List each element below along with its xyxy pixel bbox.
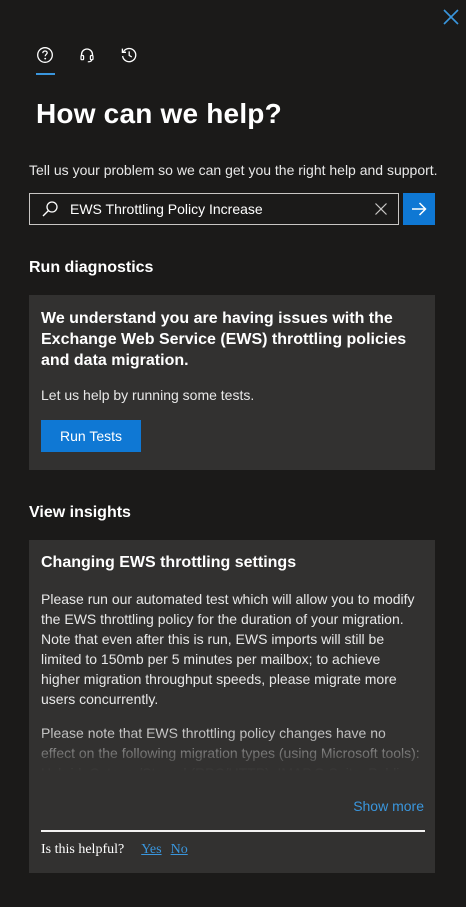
clear-search-button[interactable] xyxy=(364,194,398,224)
insights-card: Changing EWS throttling settings Please … xyxy=(29,540,435,873)
insights-paragraph: Please note that EWS throttling policy c… xyxy=(41,725,420,771)
feedback-question: Is this helpful? xyxy=(41,842,125,857)
page-subtitle: Tell us your problem so we can get you t… xyxy=(29,162,438,178)
tab-help[interactable] xyxy=(30,44,72,78)
help-circle-icon xyxy=(37,47,53,63)
insights-card-heading: Changing EWS throttling settings xyxy=(41,554,297,571)
close-icon xyxy=(443,9,459,25)
tab-history[interactable] xyxy=(114,44,156,78)
headset-icon xyxy=(80,48,94,63)
view-insights-heading: View insights xyxy=(29,504,131,521)
diagnostics-card: We understand you are having issues with… xyxy=(29,295,435,470)
run-diagnostics-heading: Run diagnostics xyxy=(29,259,154,276)
diagnostics-card-text: Let us help by running some tests. xyxy=(41,387,255,403)
insights-card-body: Please run our automated test which will… xyxy=(41,589,423,771)
help-tabs xyxy=(30,44,156,78)
insights-paragraph: Please run our automated test which will… xyxy=(41,591,415,707)
search-box xyxy=(29,193,399,225)
feedback-no-link[interactable]: No xyxy=(171,842,188,858)
history-icon xyxy=(121,47,137,63)
page-title: How can we help? xyxy=(36,98,282,129)
search-input[interactable] xyxy=(70,195,364,223)
feedback-row: Is this helpful? Yes No xyxy=(41,842,188,858)
divider xyxy=(41,830,425,832)
close-button[interactable] xyxy=(440,6,462,28)
clear-icon xyxy=(375,203,387,215)
feedback-yes-link[interactable]: Yes xyxy=(141,842,161,858)
run-tests-button[interactable]: Run Tests xyxy=(41,420,141,452)
diagnostics-card-heading: We understand you are having issues with… xyxy=(41,310,407,369)
search-icon xyxy=(30,194,70,224)
show-more-link[interactable]: Show more xyxy=(353,798,424,814)
search-submit-button[interactable] xyxy=(403,193,435,225)
tab-contact-support[interactable] xyxy=(72,44,114,78)
arrow-right-icon xyxy=(412,202,427,216)
